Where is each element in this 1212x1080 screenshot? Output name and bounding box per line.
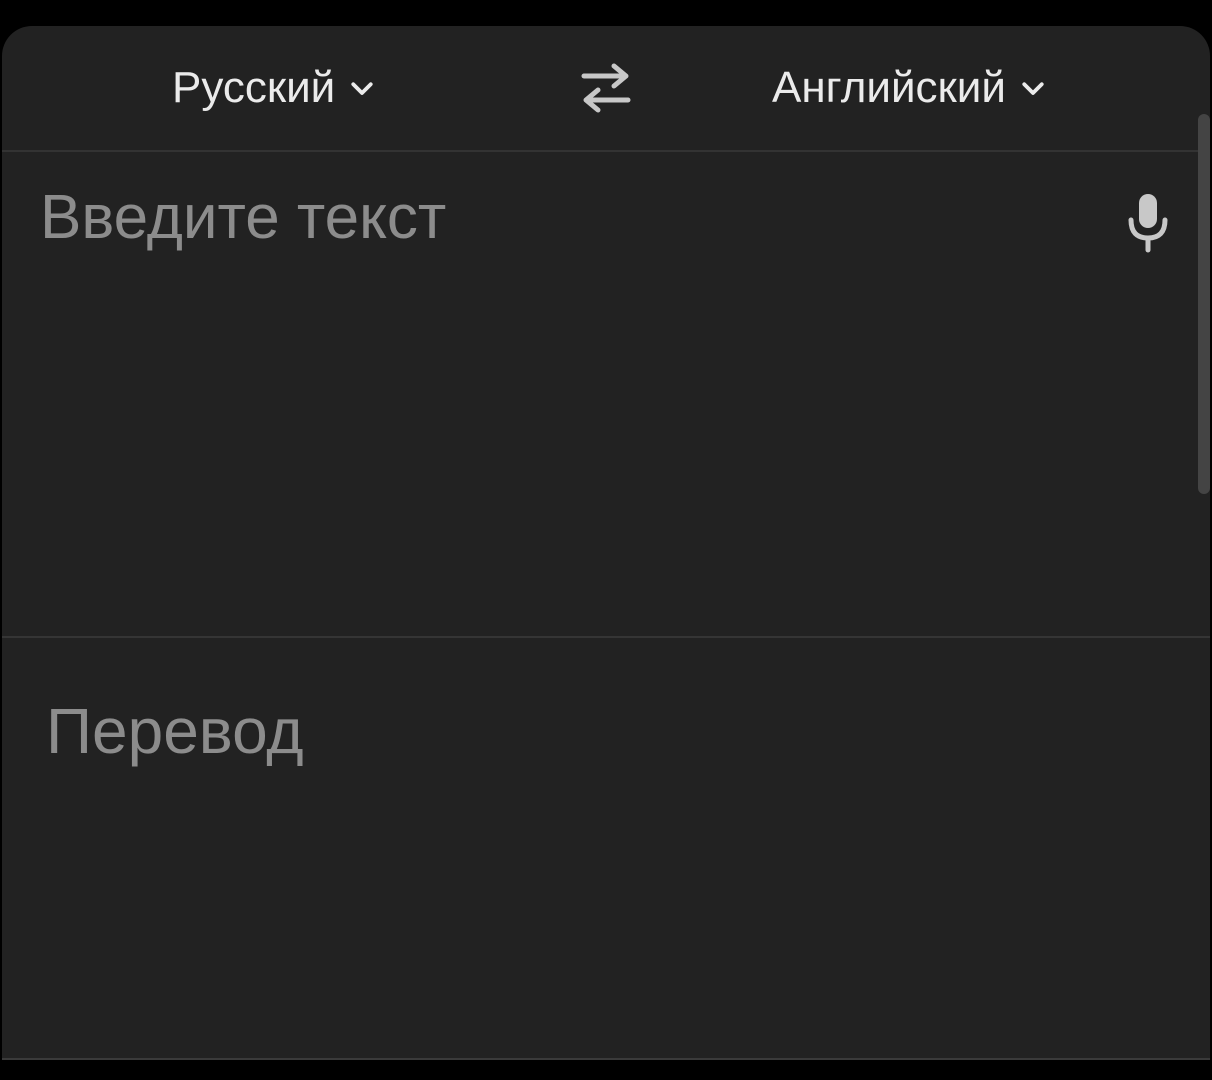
chevron-down-icon (1022, 82, 1044, 95)
translation-output-area: Перевод (2, 638, 1210, 1060)
chevron-down-icon (351, 82, 373, 95)
source-text-area[interactable]: Введите текст (2, 152, 1210, 638)
target-language-label: Английский (772, 63, 1006, 112)
source-text-placeholder[interactable]: Введите текст (40, 182, 446, 253)
scrollbar[interactable] (1198, 114, 1210, 494)
translator-panel: Русский Английский Введите текст Перевод (2, 26, 1210, 1060)
divider (2, 1058, 1210, 1060)
source-language-label: Русский (172, 63, 336, 112)
translation-placeholder: Перевод (46, 695, 304, 767)
source-language-selector[interactable]: Русский (172, 60, 377, 116)
language-bar: Русский Английский (2, 26, 1210, 152)
microphone-icon[interactable] (1122, 192, 1174, 254)
swap-arrows-icon[interactable] (576, 62, 636, 114)
target-language-selector[interactable]: Английский (772, 60, 1048, 116)
